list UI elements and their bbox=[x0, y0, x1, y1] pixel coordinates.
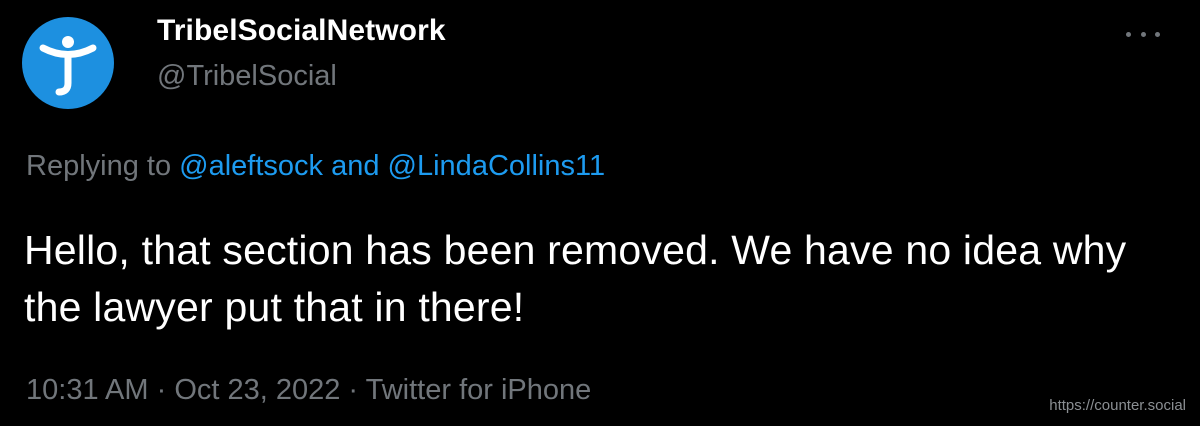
mention-link-lindacollins11[interactable]: @LindaCollins11 bbox=[388, 150, 606, 182]
tweet-date[interactable]: Oct 23, 2022 bbox=[174, 374, 340, 406]
tweet-text: Hello, that section has been removed. We… bbox=[24, 227, 1127, 330]
meta-separator: · bbox=[340, 374, 366, 406]
more-options-icon[interactable] bbox=[1126, 22, 1160, 46]
watermark: https://counter.social bbox=[1049, 397, 1186, 414]
more-dot bbox=[1140, 31, 1146, 37]
more-dot bbox=[1155, 31, 1160, 37]
reply-joiner: and bbox=[323, 150, 388, 182]
avatar[interactable] bbox=[22, 17, 114, 109]
tweet-metadata: 10:31 AM · Oct 23, 2022 · Twitter for iP… bbox=[26, 374, 591, 407]
tweet-source[interactable]: Twitter for iPhone bbox=[366, 374, 592, 406]
tweet-card: TribelSocialNetwork @TribelSocial Replyi… bbox=[0, 0, 1200, 426]
replying-to-label: Replying to bbox=[26, 150, 180, 182]
tribel-logo-icon bbox=[39, 36, 97, 96]
tweet-time[interactable]: 10:31 AM bbox=[26, 374, 149, 406]
meta-separator: · bbox=[148, 374, 175, 406]
reply-context: Replying to @aleftsock and @LindaCollins… bbox=[26, 150, 605, 183]
mention-link-aleftsock[interactable]: @aleftsock bbox=[179, 150, 323, 182]
more-dot bbox=[1126, 31, 1131, 37]
user-handle[interactable]: @TribelSocial bbox=[157, 60, 337, 93]
display-name[interactable]: TribelSocialNetwork bbox=[157, 14, 446, 48]
